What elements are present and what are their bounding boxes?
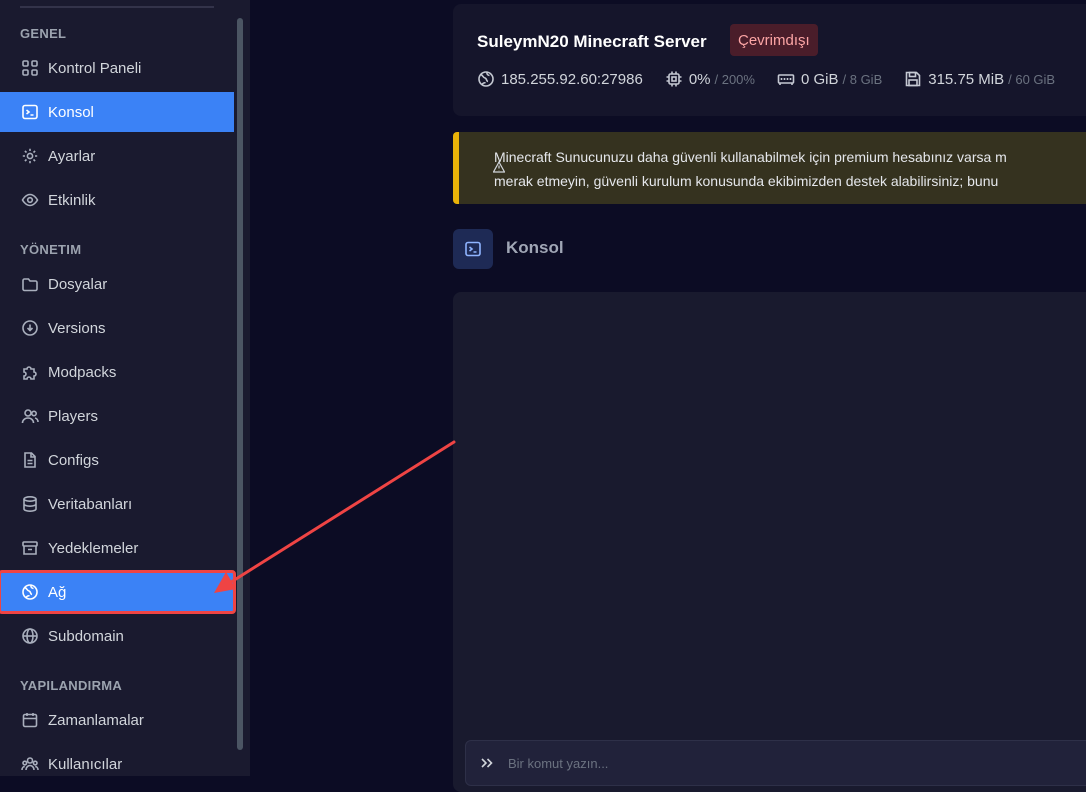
server-name: SuleymN20 Minecraft Server bbox=[477, 32, 707, 51]
memory-limit: / 8 GiB bbox=[842, 71, 883, 87]
users-icon bbox=[20, 406, 40, 426]
sidebar-item-yedeklemeler[interactable]: Yedeklemeler bbox=[0, 528, 234, 568]
archive-icon bbox=[20, 538, 40, 558]
warning-alert: Minecraft Sunucunuzu daha güvenli kullan… bbox=[453, 132, 1086, 204]
disk-stat: 315.75 MiB / 60 GiB bbox=[904, 70, 1055, 88]
terminal-icon bbox=[20, 102, 40, 122]
sidebar-item-kontrol-paneli[interactable]: Kontrol Paneli bbox=[0, 48, 234, 88]
section-title-yapilandirma: YAPILANDIRMA bbox=[20, 678, 123, 693]
sidebar-item-label: Subdomain bbox=[48, 627, 124, 645]
sidebar-item-dosyalar[interactable]: Dosyalar bbox=[0, 264, 234, 304]
sidebar-item-label: Modpacks bbox=[48, 363, 117, 381]
save-disk-icon bbox=[905, 71, 921, 87]
sidebar-item-label: Players bbox=[48, 407, 99, 425]
sidebar: GENEL Kontrol Paneli Konsol Ayarlar Etki… bbox=[0, 0, 250, 776]
section-title-yonetim: YÖNETIM bbox=[20, 242, 82, 257]
chevrons-right-icon bbox=[480, 756, 494, 770]
alert-text: Minecraft Sunucunuzu daha güvenli kullan… bbox=[494, 145, 1007, 193]
command-input[interactable] bbox=[506, 754, 1070, 772]
memory-value: 0 GiB bbox=[800, 70, 839, 88]
server-stats: 185.255.92.60:27986 0% / 200% 0 GiB / 8 … bbox=[477, 70, 1077, 88]
disk-value: 315.75 MiB bbox=[928, 70, 1005, 88]
server-address: 185.255.92.60:27986 bbox=[501, 70, 643, 88]
sidebar-item-label: Configs bbox=[48, 451, 99, 469]
globe-icon bbox=[20, 626, 40, 646]
console-output[interactable] bbox=[453, 292, 1086, 792]
terminal-icon bbox=[453, 229, 493, 269]
eye-icon bbox=[20, 190, 40, 210]
sidebar-item-configs[interactable]: Configs bbox=[0, 440, 234, 480]
cpu-limit: / 200% bbox=[714, 71, 755, 87]
console-title: Konsol bbox=[506, 238, 564, 257]
cpu-icon bbox=[666, 71, 682, 87]
command-bar bbox=[465, 740, 1086, 786]
sidebar-item-players[interactable]: Players bbox=[0, 396, 234, 436]
sidebar-item-ag[interactable]: Ağ bbox=[0, 570, 236, 614]
sidebar-scrollbar[interactable] bbox=[237, 18, 243, 750]
download-circle-icon bbox=[20, 318, 40, 338]
sidebar-item-label: Ayarlar bbox=[48, 147, 96, 165]
network-globe-icon bbox=[20, 582, 40, 602]
gear-icon bbox=[20, 146, 40, 166]
dashboard-icon bbox=[20, 58, 40, 78]
database-icon bbox=[20, 494, 40, 514]
user-group-icon bbox=[20, 754, 40, 774]
sidebar-item-zamanlamalar[interactable]: Zamanlamalar bbox=[0, 700, 234, 740]
sidebar-item-label: Dosyalar bbox=[48, 275, 108, 293]
sidebar-item-label: Konsol bbox=[48, 103, 94, 121]
cpu-stat: 0% / 200% bbox=[665, 70, 755, 88]
sidebar-item-label: Ağ bbox=[48, 583, 67, 601]
document-icon bbox=[20, 450, 40, 470]
server-info-card: SuleymN20 Minecraft Server Çevrimdışı 18… bbox=[453, 4, 1086, 116]
network-globe-icon bbox=[478, 71, 494, 87]
disk-limit: / 60 GiB bbox=[1008, 71, 1056, 87]
sidebar-item-label: Kullanıcılar bbox=[48, 755, 123, 773]
sidebar-item-konsol[interactable]: Konsol bbox=[0, 92, 234, 132]
puzzle-icon bbox=[20, 362, 40, 382]
alert-line: Minecraft Sunucunuzu daha güvenli kullan… bbox=[494, 149, 1007, 165]
calendar-icon bbox=[20, 710, 40, 730]
sidebar-item-veritabanlari[interactable]: Veritabanları bbox=[0, 484, 234, 524]
section-title-genel: GENEL bbox=[20, 26, 67, 41]
sidebar-item-subdomain[interactable]: Subdomain bbox=[0, 616, 234, 656]
cpu-value: 0% bbox=[688, 70, 711, 88]
address-stat: 185.255.92.60:27986 bbox=[477, 70, 643, 88]
folder-icon bbox=[20, 274, 40, 294]
status-badge: Çevrimdışı bbox=[730, 24, 818, 56]
sidebar-item-versions[interactable]: Versions bbox=[0, 308, 234, 348]
memory-icon bbox=[777, 74, 795, 85]
sidebar-item-label: Etkinlik bbox=[48, 191, 96, 209]
sidebar-item-label: Veritabanları bbox=[48, 495, 133, 513]
sidebar-item-label: Yedeklemeler bbox=[48, 539, 139, 557]
sidebar-item-modpacks[interactable]: Modpacks bbox=[0, 352, 234, 392]
sidebar-item-label: Zamanlamalar bbox=[48, 711, 144, 729]
sidebar-item-kullanicilar[interactable]: Kullanıcılar bbox=[0, 744, 234, 784]
sidebar-item-etkinlik[interactable]: Etkinlik bbox=[0, 180, 234, 220]
memory-stat: 0 GiB / 8 GiB bbox=[777, 70, 882, 88]
alert-line: merak etmeyin, güvenli kurulum konusunda… bbox=[494, 173, 999, 189]
divider bbox=[20, 6, 214, 8]
sidebar-item-label: Versions bbox=[48, 319, 106, 337]
sidebar-item-label: Kontrol Paneli bbox=[48, 59, 142, 77]
sidebar-item-ayarlar[interactable]: Ayarlar bbox=[0, 136, 234, 176]
